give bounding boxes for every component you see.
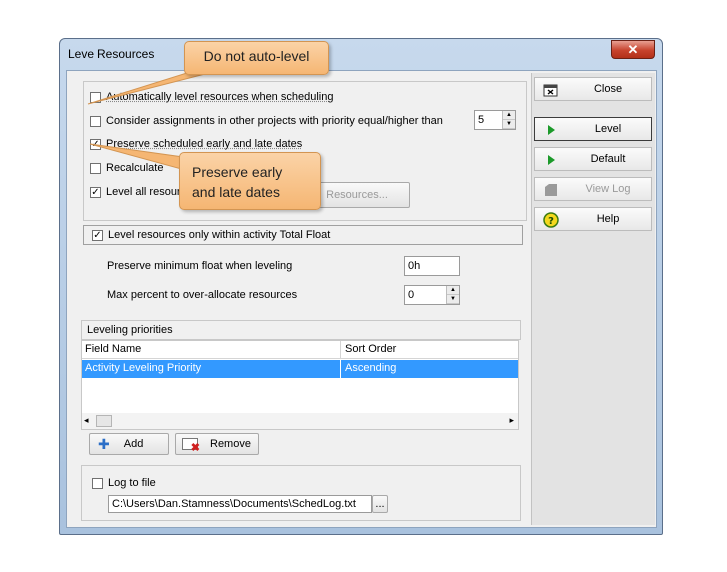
callout-middle-line2: and late dates <box>192 184 280 200</box>
callout-preserve-dates: Preserve early and late dates <box>179 152 321 210</box>
callout-top-text: Do not auto-level <box>203 48 310 64</box>
callout-do-not-auto-level: Do not auto-level <box>184 41 329 75</box>
callout-arrows <box>87 71 206 171</box>
callout-middle-line1: Preserve early <box>192 164 283 180</box>
top-callout-pointer <box>87 71 206 105</box>
middle-callout-pointer <box>89 143 186 171</box>
